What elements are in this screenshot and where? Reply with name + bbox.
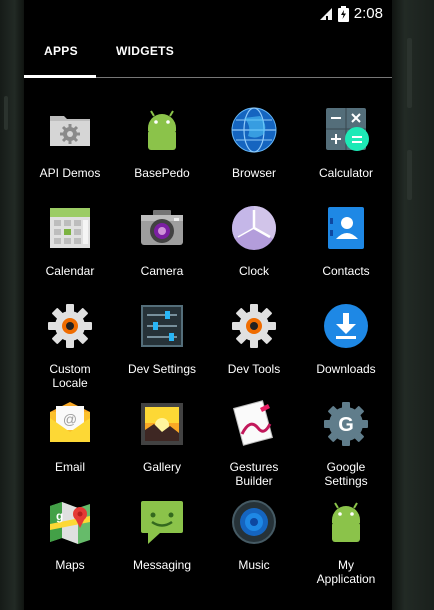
app-gestures-builder[interactable]: Gestures Builder — [208, 400, 300, 488]
device-volume-button — [407, 38, 412, 108]
download-icon — [322, 302, 370, 350]
messaging-icon — [138, 498, 186, 546]
gallery-icon — [138, 400, 186, 448]
app-google-settings[interactable]: G Google Settings — [300, 400, 392, 488]
screen: 2:08 APPS WIDGETS API Demos BasePedo Bro… — [24, 0, 392, 610]
app-basepedo[interactable]: BasePedo — [116, 106, 208, 180]
contacts-icon — [322, 204, 370, 252]
app-custom-locale[interactable]: Custom Locale — [24, 302, 116, 390]
app-messaging[interactable]: Messaging — [116, 498, 208, 572]
android-icon — [138, 106, 186, 154]
sliders-icon — [138, 302, 186, 350]
app-label: Dev Tools — [227, 362, 281, 376]
svg-text:g: g — [56, 509, 63, 523]
app-label: Browser — [231, 166, 276, 180]
battery-icon — [337, 5, 349, 22]
google-settings-icon: G — [322, 400, 370, 448]
app-label: Google Settings — [324, 460, 368, 488]
calendar-icon — [46, 204, 94, 252]
app-dev-settings[interactable]: Dev Settings — [116, 302, 208, 376]
tab-widgets[interactable]: WIDGETS — [116, 44, 174, 58]
app-label: BasePedo — [134, 166, 190, 180]
app-label: Music — [238, 558, 270, 572]
device-power-button — [407, 150, 412, 200]
device-bezel-right — [392, 0, 434, 610]
app-label: API Demos — [39, 166, 101, 180]
calculator-icon — [322, 106, 370, 154]
maps-icon: g — [46, 498, 94, 546]
app-gallery[interactable]: Gallery — [116, 400, 208, 474]
api-demos-icon — [46, 106, 94, 154]
wifi-icon — [319, 7, 332, 20]
svg-text:@: @ — [63, 411, 77, 427]
svg-text:G: G — [338, 414, 354, 436]
browser-globe-icon — [230, 106, 278, 154]
app-dev-tools[interactable]: Dev Tools — [208, 302, 300, 376]
app-label: Messaging — [132, 558, 192, 572]
status-time: 2:08 — [353, 5, 383, 22]
tab-bar: APPS WIDGETS — [24, 30, 392, 78]
app-api-demos[interactable]: API Demos — [24, 106, 116, 180]
email-icon: @ — [46, 400, 94, 448]
camera-icon — [138, 204, 186, 252]
app-label: Downloads — [316, 362, 376, 376]
app-maps[interactable]: g Maps — [24, 498, 116, 572]
app-email[interactable]: @ Email — [24, 400, 116, 474]
app-label: Clock — [238, 264, 269, 278]
app-calculator[interactable]: Calculator — [300, 106, 392, 180]
app-contacts[interactable]: Contacts — [300, 204, 392, 278]
app-label: Camera — [140, 264, 184, 278]
app-label: Calculator — [318, 166, 374, 180]
app-label: Email — [54, 460, 85, 474]
gear-icon — [230, 302, 278, 350]
app-clock[interactable]: Clock — [208, 204, 300, 278]
app-label: Calendar — [45, 264, 95, 278]
app-calendar[interactable]: Calendar — [24, 204, 116, 278]
app-label: Dev Settings — [127, 362, 197, 376]
device-frame: 2:08 APPS WIDGETS API Demos BasePedo Bro… — [0, 0, 434, 610]
app-label: My Application — [316, 558, 376, 586]
clock-icon — [230, 204, 278, 252]
app-label: Gestures Builder — [229, 460, 279, 488]
tab-apps[interactable]: APPS — [44, 44, 78, 58]
status-bar: 2:08 — [24, 0, 392, 30]
tab-selected-indicator — [24, 75, 96, 78]
music-icon — [230, 498, 278, 546]
app-my-application[interactable]: My Application — [300, 498, 392, 586]
app-label: Gallery — [142, 460, 181, 474]
app-downloads[interactable]: Downloads — [300, 302, 392, 376]
android-icon — [322, 498, 370, 546]
device-side-button — [4, 96, 8, 130]
app-music[interactable]: Music — [208, 498, 300, 572]
app-label: Contacts — [322, 264, 370, 278]
app-browser[interactable]: Browser — [208, 106, 300, 180]
app-label: Maps — [55, 558, 85, 572]
gestures-icon — [230, 400, 278, 448]
tab-divider — [96, 77, 392, 78]
app-label: Custom Locale — [49, 362, 91, 390]
device-bezel-left — [0, 0, 24, 610]
app-camera[interactable]: Camera — [116, 204, 208, 278]
gear-icon — [46, 302, 94, 350]
